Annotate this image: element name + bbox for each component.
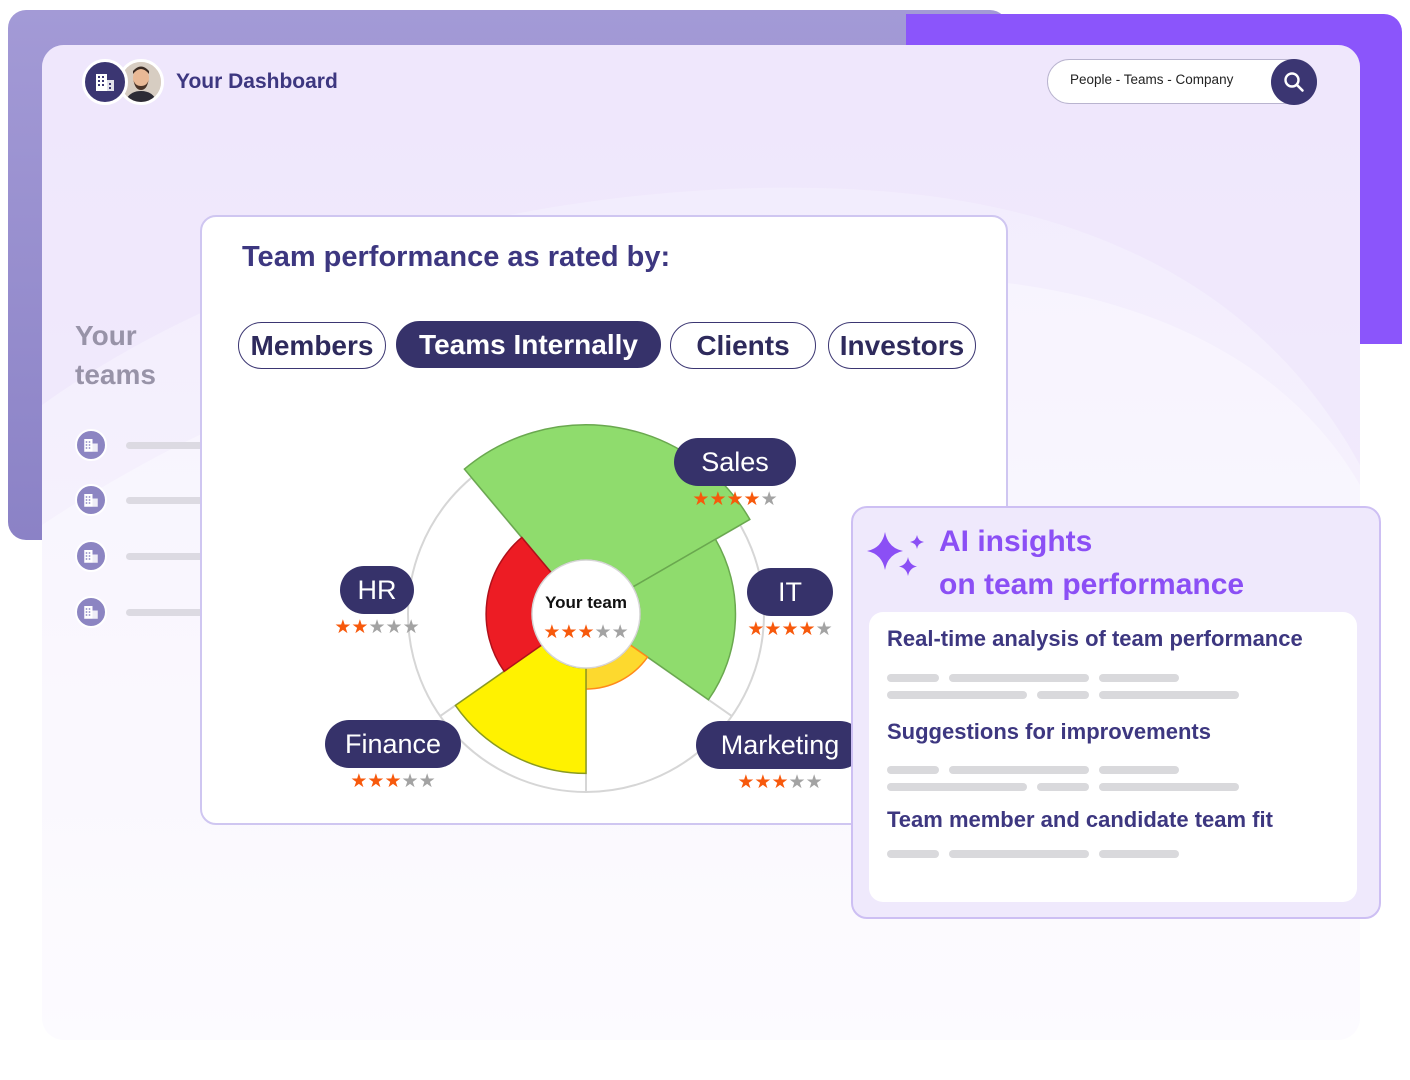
sparkle-icon [867,532,924,576]
placeholder-line [1037,783,1089,791]
ai-insights-title: AI insights on team performance [939,520,1244,606]
segment-label-it: IT [778,577,802,607]
placeholder-line [887,850,939,858]
insight-realtime-analysis[interactable]: Real-time analysis of team performance [887,626,1303,652]
placeholder-line [949,766,1089,774]
placeholder-line [949,674,1089,682]
placeholder-line [1099,850,1179,858]
segment-label-marketing: Marketing [721,730,840,760]
ai-insights-card: AI insights on team performance Real-tim… [851,506,1381,919]
ai-title-line-2: on team performance [939,568,1245,601]
segment-rating-hr: ★★★★★ [334,616,419,638]
segment-label-hr: HR [358,575,397,605]
center-label: Your team [545,593,627,612]
placeholder-line [1099,783,1239,791]
placeholder-line [1099,691,1239,699]
segment-label-sales: Sales [701,447,769,477]
placeholder-line [887,766,939,774]
building-icon [96,74,114,91]
segment-rating-it: ★★★★★ [747,618,832,640]
company-logo[interactable] [82,59,128,105]
segment-rating-finance: ★★★★★ [350,770,435,792]
placeholder-line [1099,766,1179,774]
center-rating-stars: ★★★★★ [543,621,628,643]
chart-center [531,559,641,669]
insight-team-fit[interactable]: Team member and candidate team fit [887,807,1273,833]
stage: Your Dashboard Your teams Team performan… [0,0,1410,1080]
placeholder-line [1099,674,1179,682]
placeholder-line [949,850,1089,858]
placeholder-line [1037,691,1089,699]
ai-title-line-1: AI insights [939,525,1093,558]
placeholder-line [887,674,939,682]
segment-label-finance: Finance [345,729,441,759]
placeholder-line [887,691,1027,699]
insight-suggestions[interactable]: Suggestions for improvements [887,719,1211,745]
segment-rating-marketing: ★★★★★ [737,771,822,793]
placeholder-line [887,783,1027,791]
segment-rating-sales: ★★★★★ [692,488,777,510]
ai-insights-list: Real-time analysis of team performance S… [869,612,1357,902]
